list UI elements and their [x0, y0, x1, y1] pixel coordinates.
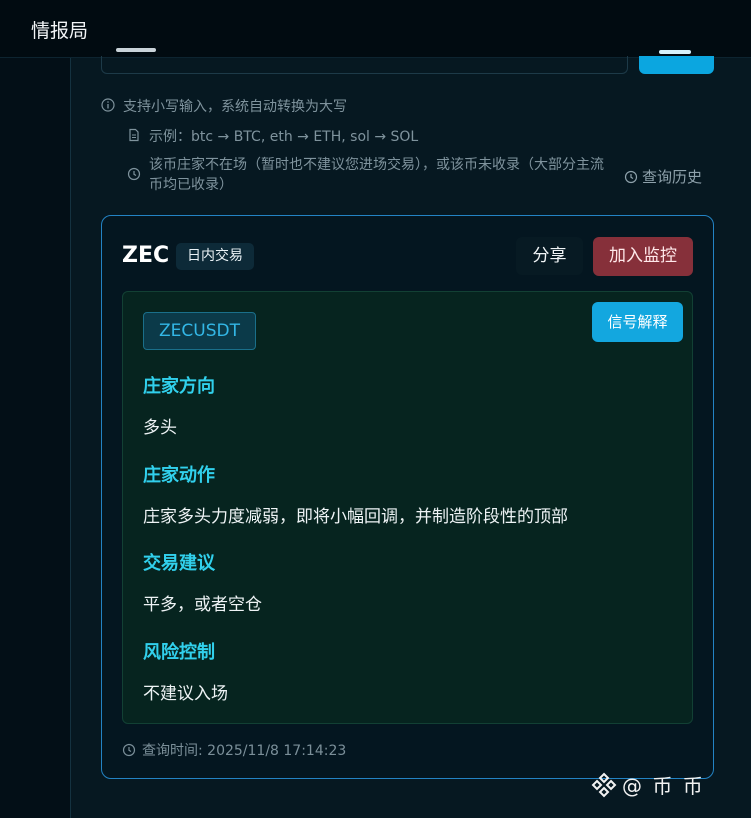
app-title: 情报局: [31, 20, 89, 42]
section-text-risk: 不建议入场: [143, 684, 228, 704]
result-card: ZEC 日内交易 分享 加入监控 ZECUSDT 信号解释 庄家方向 多头 庄家…: [101, 215, 714, 779]
section-title-advice: 交易建议: [143, 553, 215, 574]
trade-type-badge: 日内交易: [176, 243, 254, 270]
document-icon: [129, 128, 139, 142]
symbol-input[interactable]: [101, 48, 628, 74]
history-link[interactable]: 查询历史: [624, 166, 702, 187]
query-time-text: 查询时间: 2025/11/8 17:14:23: [142, 743, 347, 759]
hint-not-found-text: 该币庄家不在场（暂时也不建议您进场交易），或该币未收录（大部分主流币均已收录）: [149, 157, 604, 193]
binance-logo-icon: [591, 772, 617, 797]
top-bar: 情报局: [0, 0, 751, 58]
section-title-risk: 风险控制: [143, 642, 215, 663]
hint-not-found: 该币庄家不在场（暂时也不建议您进场交易），或该币未收录（大部分主流币均已收录）: [127, 155, 617, 195]
hint-example-text: 示例：btc → BTC, eth → ETH, sol → SOL: [149, 129, 419, 145]
coin-symbol: ZEC: [122, 243, 170, 268]
history-link-label: 查询历史: [642, 168, 703, 186]
section-title-direction: 庄家方向: [143, 376, 215, 397]
section-title-action: 庄家动作: [143, 465, 215, 486]
section-text-direction: 多头: [143, 418, 177, 438]
watermark: @ 币 币: [590, 770, 705, 799]
clock-icon: [127, 167, 141, 181]
clock-icon: [624, 170, 638, 183]
watermark-text: @ 币 币: [622, 774, 705, 798]
trading-pair-badge: ZECUSDT: [143, 312, 256, 350]
query-time: 查询时间: 2025/11/8 17:14:23: [122, 740, 346, 760]
signal-panel: ZECUSDT 信号解释 庄家方向 多头 庄家动作 庄家多头力度减弱，即将小幅回…: [122, 291, 693, 724]
signal-explain-button[interactable]: 信号解释: [592, 302, 683, 342]
hint-lowercase: 支持小写输入，系统自动转换为大写: [101, 96, 347, 116]
query-button[interactable]: [639, 50, 714, 74]
section-text-advice: 平多，或者空仓: [143, 595, 262, 615]
info-icon: [101, 98, 115, 112]
share-button[interactable]: 分享: [516, 237, 583, 275]
hint-example: 示例：btc → BTC, eth → ETH, sol → SOL: [127, 126, 418, 146]
hint-lowercase-text: 支持小写输入，系统自动转换为大写: [123, 99, 347, 115]
clock-icon: [122, 743, 136, 757]
add-monitor-button[interactable]: 加入监控: [593, 237, 693, 276]
section-text-action: 庄家多头力度减弱，即将小幅回调，并制造阶段性的顶部: [143, 507, 568, 527]
